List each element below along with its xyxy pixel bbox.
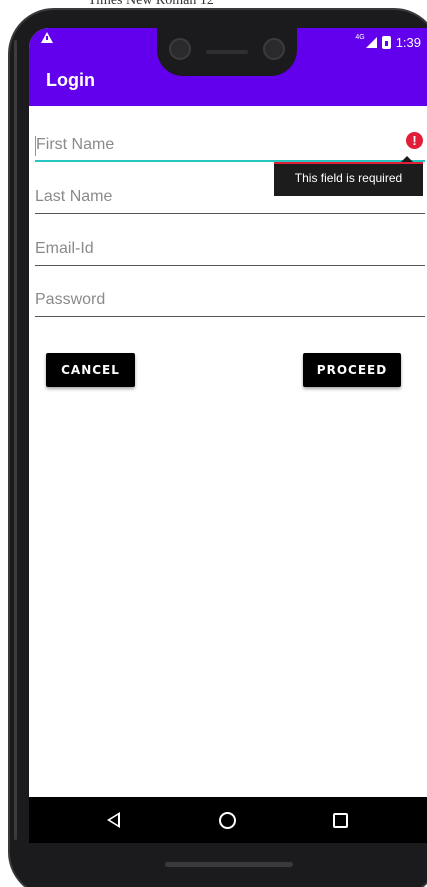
last-name-underline xyxy=(35,213,425,214)
last-name-placeholder: Last Name xyxy=(35,188,113,205)
last-name-field[interactable]: Last Name xyxy=(35,174,425,214)
warning-icon xyxy=(41,32,53,43)
status-time: 1:39 xyxy=(395,34,421,50)
recents-square-icon[interactable] xyxy=(333,813,348,828)
battery-icon xyxy=(381,35,391,49)
page-title: Login xyxy=(46,70,95,90)
home-circle-icon[interactable] xyxy=(219,812,236,829)
password-field[interactable]: Password xyxy=(35,277,425,317)
system-navigation-bar xyxy=(29,797,427,843)
front-camera-left xyxy=(169,38,191,60)
proceed-button[interactable]: PROCEED xyxy=(303,353,401,387)
email-underline xyxy=(35,265,425,266)
earpiece-speaker xyxy=(206,50,248,54)
bottom-speaker-grille xyxy=(165,862,293,867)
signal-icon xyxy=(365,36,377,48)
error-icon[interactable]: ! xyxy=(406,132,423,149)
camera-notch xyxy=(157,28,297,76)
front-camera-right xyxy=(263,38,285,60)
error-tooltip-accent xyxy=(274,162,423,164)
password-underline xyxy=(35,316,425,317)
password-placeholder: Password xyxy=(35,291,106,308)
device-screen: 4G 1:39 Login First Name ! This field is… xyxy=(29,28,427,868)
email-field[interactable]: Email-Id xyxy=(35,226,425,266)
network-type-label: 4G xyxy=(355,33,365,41)
status-icons: 4G 1:39 xyxy=(355,33,421,51)
first-name-placeholder: First Name xyxy=(36,136,115,153)
back-triangle-icon[interactable] xyxy=(107,812,120,828)
phone-bottom-chin xyxy=(29,843,427,868)
bezel-edge xyxy=(14,40,17,840)
first-name-field[interactable]: First Name ! xyxy=(35,122,425,162)
email-placeholder: Email-Id xyxy=(35,240,94,257)
cancel-button[interactable]: CANCEL xyxy=(46,353,135,387)
